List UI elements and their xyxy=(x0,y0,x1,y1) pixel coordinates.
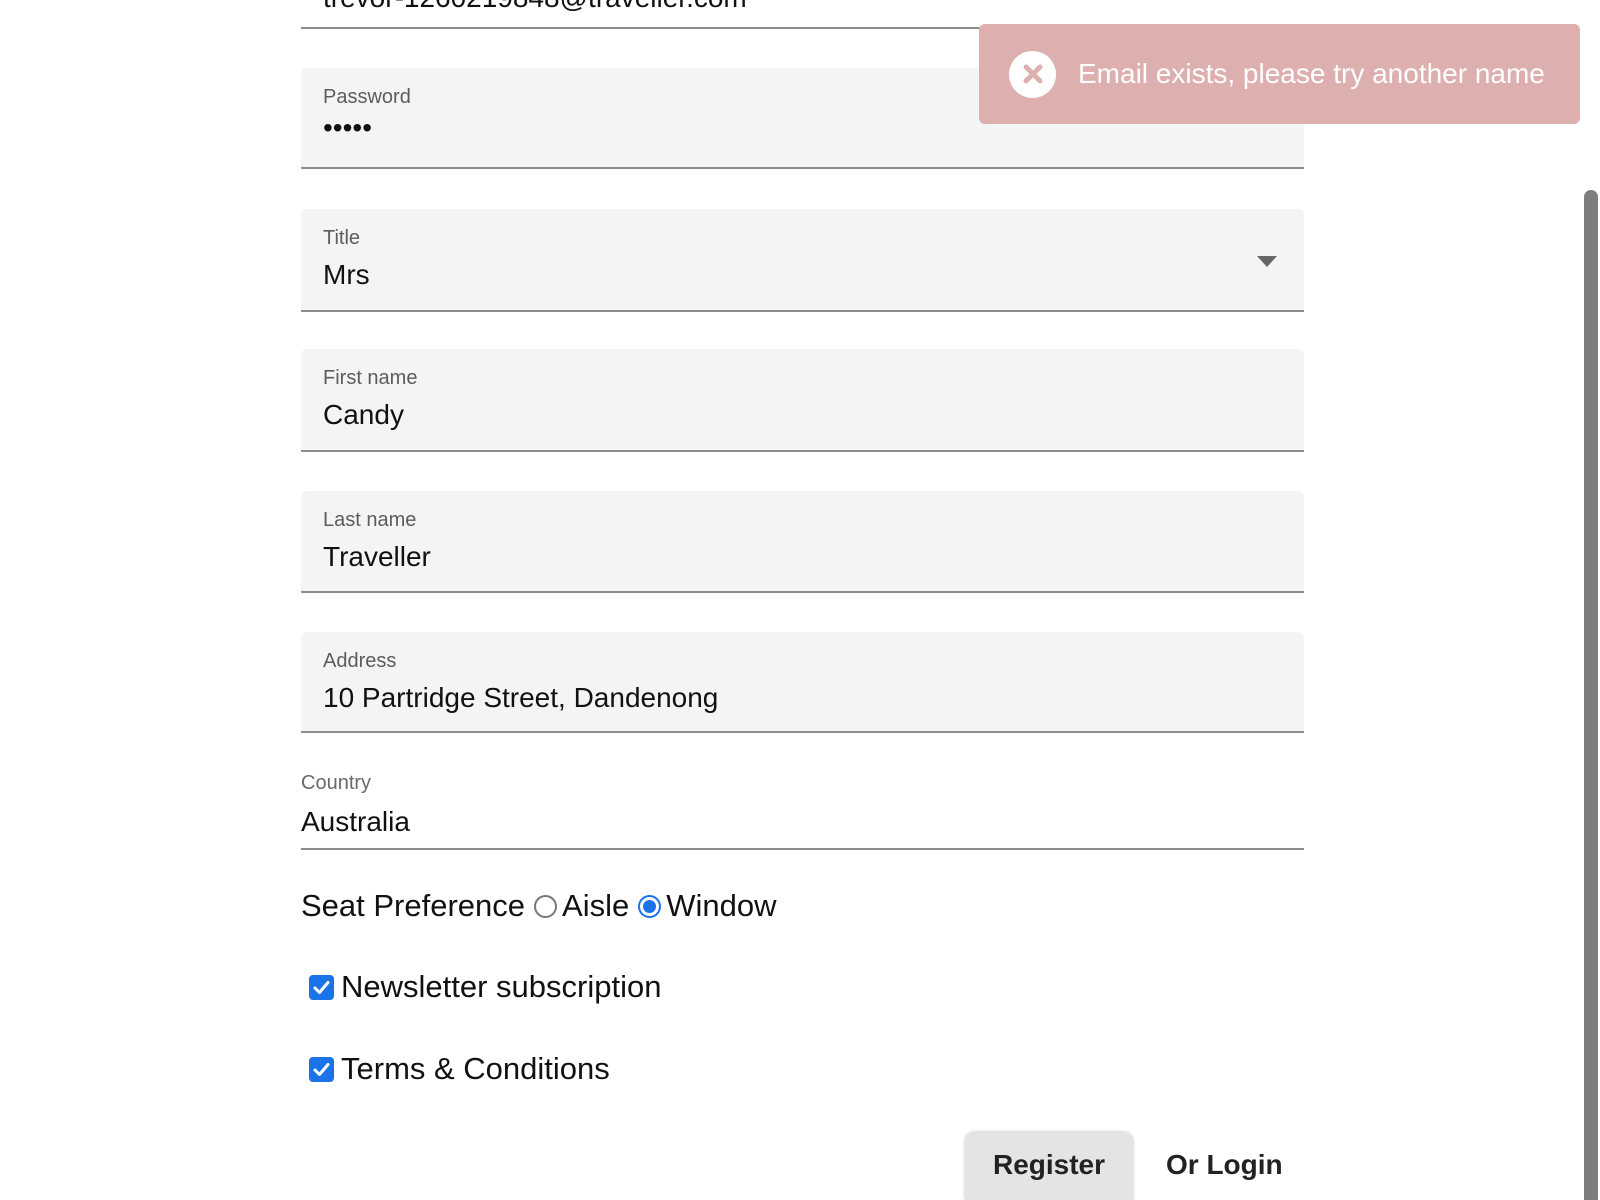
aisle-option-label[interactable]: Aisle xyxy=(562,888,629,924)
chevron-down-icon[interactable] xyxy=(1257,256,1277,267)
password-label: Password xyxy=(323,86,411,108)
newsletter-row: Newsletter subscription xyxy=(309,965,661,1009)
login-link[interactable]: Or Login xyxy=(1166,1149,1283,1181)
country-field[interactable]: Country Australia xyxy=(301,764,1304,850)
title-select[interactable]: Title Mrs xyxy=(301,209,1304,312)
title-value: Mrs xyxy=(323,259,370,290)
registration-page: trevor-1260219848@traveller.com Password… xyxy=(0,0,1600,1200)
address-value: 10 Partridge Street, Dandenong xyxy=(323,682,719,713)
scrollbar-thumb[interactable] xyxy=(1584,190,1598,1200)
address-field[interactable]: Address 10 Partridge Street, Dandenong xyxy=(301,632,1304,733)
close-circle-icon[interactable] xyxy=(1009,50,1056,98)
window-option-label[interactable]: Window xyxy=(666,888,776,924)
title-label: Title xyxy=(323,227,361,249)
checkmark-icon xyxy=(313,1062,330,1076)
terms-row: Terms & Conditions xyxy=(309,1047,610,1091)
seat-preference-group: Seat Preference Aisle Window xyxy=(301,884,777,928)
last-name-label: Last name xyxy=(323,509,417,531)
first-name-field[interactable]: First name Candy xyxy=(301,349,1304,452)
email-value: trevor-1260219848@traveller.com xyxy=(323,0,747,14)
country-value: Australia xyxy=(301,806,410,837)
error-toast: Email exists, please try another name xyxy=(979,24,1580,124)
seat-preference-label: Seat Preference xyxy=(301,888,526,923)
newsletter-checkbox[interactable] xyxy=(309,974,334,1000)
first-name-label: First name xyxy=(323,367,418,389)
last-name-field[interactable]: Last name Traveller xyxy=(301,491,1304,593)
aisle-radio[interactable] xyxy=(534,894,558,918)
terms-label[interactable]: Terms & Conditions xyxy=(341,1051,610,1087)
terms-checkbox[interactable] xyxy=(309,1056,334,1082)
window-radio[interactable] xyxy=(638,894,662,918)
register-button[interactable]: Register xyxy=(965,1131,1133,1200)
toast-message: Email exists, please try another name xyxy=(1078,58,1545,89)
country-label: Country xyxy=(301,772,372,794)
first-name-value: Candy xyxy=(323,399,404,430)
checkmark-icon xyxy=(313,980,330,994)
address-label: Address xyxy=(323,650,397,672)
last-name-value: Traveller xyxy=(323,541,431,572)
password-value: ••••• xyxy=(323,112,373,143)
scrollbar[interactable] xyxy=(1580,0,1600,1200)
close-icon xyxy=(1023,64,1042,84)
newsletter-label[interactable]: Newsletter subscription xyxy=(341,969,661,1005)
